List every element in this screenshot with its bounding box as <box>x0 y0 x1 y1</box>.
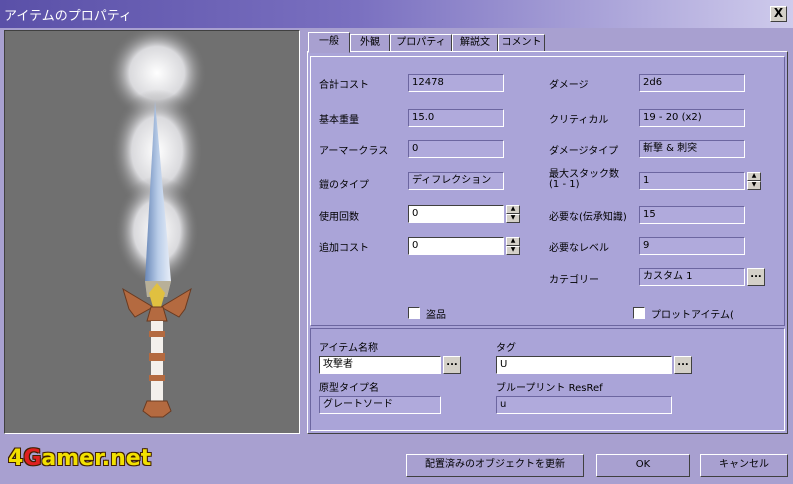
level-field: 9 <box>639 237 745 255</box>
cost-label: 合計コスト <box>319 80 369 91</box>
category-browse-button[interactable]: ... <box>747 268 765 286</box>
cost-field: 12478 <box>408 74 504 92</box>
ac-type-field: ディフレクション <box>408 172 504 190</box>
critical-field: 19 - 20 (x2) <box>639 109 745 127</box>
damage-type-label: ダメージタイプ <box>549 146 619 157</box>
plot-item-checkbox[interactable] <box>633 307 645 319</box>
spin-down-icon[interactable]: ▼ <box>506 214 520 223</box>
general-panel: 合計コスト 12478 基本重量 15.0 アーマークラス 0 鎧のタイプ ディ… <box>307 51 788 434</box>
category-field: カスタム 1 <box>639 268 745 286</box>
item-name-input[interactable]: 攻撃者 <box>319 356 441 374</box>
item-name-label: アイテム名称 <box>319 343 378 354</box>
tab-appearance[interactable]: 外観 <box>350 34 390 52</box>
charges-label: 使用回数 <box>319 212 359 223</box>
level-label: 必要なレベル <box>549 243 609 254</box>
stats-section: 合計コスト 12478 基本重量 15.0 アーマークラス 0 鎧のタイプ ディ… <box>310 56 785 326</box>
weight-field: 15.0 <box>408 109 504 127</box>
stack-field[interactable]: 1 <box>639 172 745 190</box>
base-type-label: 原型タイプ名 <box>319 383 379 394</box>
tab-general[interactable]: 一般 <box>308 32 350 53</box>
spin-up-icon[interactable]: ▲ <box>747 172 761 181</box>
resref-label: ブループリント ResRef <box>496 383 603 394</box>
watermark-logo: 4Gamer.net <box>8 446 152 471</box>
stack-range: (1 - 1) <box>549 179 580 190</box>
plot-item-label: プロットアイテム( <box>651 310 734 321</box>
ac-type-label: 鎧のタイプ <box>319 180 369 191</box>
tag-input[interactable]: U <box>496 356 672 374</box>
spin-up-icon[interactable]: ▲ <box>506 237 520 246</box>
resref-field: u <box>496 396 672 414</box>
item-name-browse-button[interactable]: ... <box>443 356 461 374</box>
base-type-field: グレートソード <box>319 396 441 414</box>
tag-browse-button[interactable]: ... <box>674 356 692 374</box>
armor-class-field: 0 <box>408 140 504 158</box>
lore-label: 必要な(伝承知識) <box>549 212 627 223</box>
update-placed-objects-button[interactable]: 配置済みのオブジェクトを更新 <box>406 454 584 477</box>
stolen-label: 盗品 <box>426 310 446 321</box>
charges-input[interactable]: 0 <box>408 205 504 223</box>
addcost-spinner[interactable]: ▲ ▼ <box>506 237 520 255</box>
sword-image <box>107 31 207 418</box>
stack-spinner[interactable]: ▲ ▼ <box>747 172 761 190</box>
naming-section: アイテム名称 攻撃者 ... タグ U ... 原型タイプ名 グレートソード ブ… <box>310 328 785 431</box>
damage-label: ダメージ <box>549 80 589 91</box>
category-label: カテゴリー <box>549 275 599 286</box>
tab-description[interactable]: 解説文 <box>452 34 498 52</box>
damage-field: 2d6 <box>639 74 745 92</box>
addcost-input[interactable]: 0 <box>408 237 504 255</box>
tab-comments[interactable]: コメント <box>498 34 545 52</box>
damage-type-field: 斬撃 & 刺突 <box>639 140 745 158</box>
cancel-button[interactable]: キャンセル <box>700 454 788 477</box>
item-preview[interactable] <box>4 30 300 434</box>
lore-field: 15 <box>639 206 745 224</box>
title-bar: アイテムのプロパティ X <box>0 0 793 28</box>
tag-label: タグ <box>496 343 516 354</box>
weight-label: 基本重量 <box>319 115 359 126</box>
spin-down-icon[interactable]: ▼ <box>506 246 520 255</box>
spin-up-icon[interactable]: ▲ <box>506 205 520 214</box>
armor-class-label: アーマークラス <box>319 146 389 157</box>
close-button[interactable]: X <box>770 6 787 22</box>
tab-properties[interactable]: プロパティ <box>390 34 452 52</box>
window-title: アイテムのプロパティ <box>4 9 132 24</box>
stolen-checkbox[interactable] <box>408 307 420 319</box>
charges-spinner[interactable]: ▲ ▼ <box>506 205 520 223</box>
spin-down-icon[interactable]: ▼ <box>747 181 761 190</box>
addcost-label: 追加コスト <box>319 243 369 254</box>
stack-label: 最大スタック数 <box>549 169 619 180</box>
ok-button[interactable]: OK <box>596 454 690 477</box>
critical-label: クリティカル <box>549 115 609 126</box>
